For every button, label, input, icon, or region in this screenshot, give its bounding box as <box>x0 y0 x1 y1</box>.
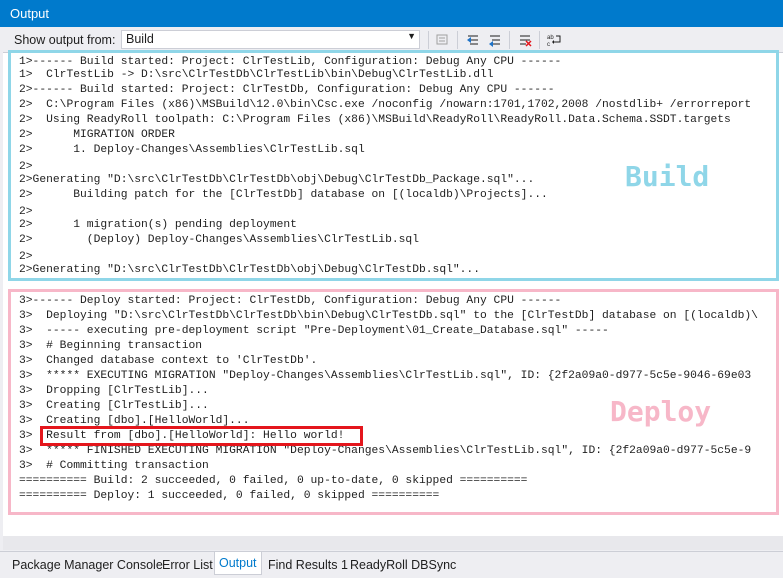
toolbar-separator <box>539 31 540 49</box>
clear-all-button[interactable] <box>515 30 535 49</box>
tab-package-manager-console[interactable]: Package Manager Console <box>8 556 167 576</box>
output-source-select[interactable]: Build ▼ <box>121 30 420 49</box>
deploy-annotation-label: Deploy <box>610 395 712 428</box>
result-highlight-box <box>40 426 363 446</box>
tab-error-list[interactable]: Error List <box>158 556 217 576</box>
build-annotation-label: Build <box>625 160 710 193</box>
toolbar-separator <box>509 31 510 49</box>
go-to-previous-icon <box>467 35 478 44</box>
horizontal-scrollbar[interactable] <box>3 536 783 550</box>
output-window-titlebar: Output <box>0 0 783 27</box>
find-message-button[interactable] <box>433 30 453 49</box>
bottom-tab-strip: Package Manager Console Error List Outpu… <box>0 551 783 578</box>
output-source-value: Build <box>126 32 154 46</box>
clear-all-icon <box>520 35 532 47</box>
window-title: Output <box>10 6 50 21</box>
tab-find-results-1[interactable]: Find Results 1 <box>264 556 352 576</box>
show-output-label: Show output from: <box>14 33 116 47</box>
tab-readyroll-dbsync[interactable]: ReadyRoll DBSync <box>346 556 460 576</box>
find-message-icon <box>436 34 448 44</box>
svg-text:c: c <box>547 42 550 47</box>
toolbar-separator <box>428 31 429 49</box>
tab-output[interactable]: Output <box>214 552 262 575</box>
toolbar-separator <box>457 31 458 49</box>
previous-message-button[interactable] <box>463 30 483 49</box>
go-to-next-icon <box>489 35 500 47</box>
chevron-down-icon: ▼ <box>407 31 416 41</box>
word-wrap-icon: abc <box>547 35 561 47</box>
toggle-word-wrap-button[interactable]: ab c <box>544 30 564 49</box>
next-message-button[interactable] <box>485 30 505 49</box>
svg-text:ab: ab <box>547 35 554 41</box>
